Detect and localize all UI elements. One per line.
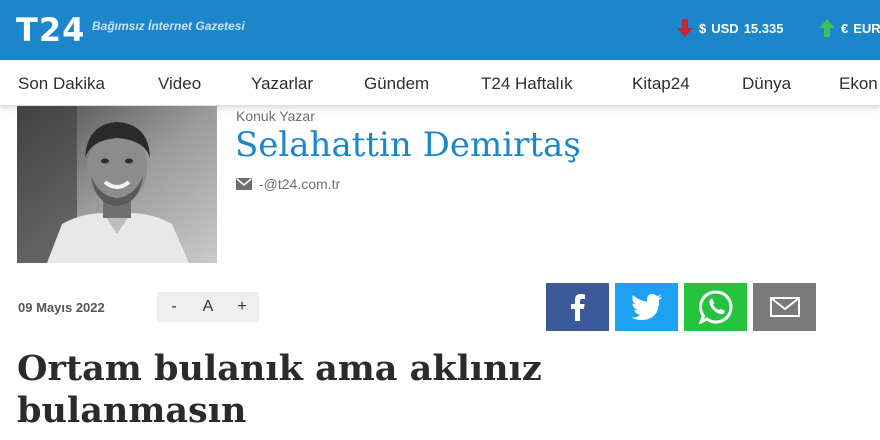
share-facebook-button[interactable] [546, 283, 609, 331]
main-nav: Son Dakika Video Yazarlar Gündem T24 Haf… [0, 60, 880, 106]
article-date: 09 Mayıs 2022 [18, 300, 105, 315]
arrow-up-icon [819, 19, 835, 37]
currency-usd-value: 15.335 [743, 20, 784, 36]
author-email-text[interactable]: -@t24.com.tr [259, 176, 340, 192]
envelope-icon [236, 178, 252, 190]
article-title: Ortam bulanık ama aklınız bulanmasın [17, 348, 542, 431]
currency-usd[interactable]: $ USD 15.335 [676, 18, 783, 38]
author-email[interactable]: -@t24.com.tr [236, 176, 340, 192]
author-portrait-image [17, 106, 217, 263]
whatsapp-icon [698, 290, 732, 324]
nav-item-yazarlar[interactable]: Yazarlar [251, 74, 313, 94]
share-whatsapp-button[interactable] [684, 283, 747, 331]
font-decrease-button[interactable]: - [159, 298, 189, 316]
share-email-button[interactable] [753, 283, 816, 331]
font-increase-button[interactable]: + [227, 298, 257, 316]
arrow-down-icon [677, 19, 693, 37]
facebook-icon [570, 294, 585, 321]
currency-eur-code: EUR [853, 20, 880, 36]
share-twitter-button[interactable] [615, 283, 678, 331]
currency-eur-symbol: € [841, 20, 849, 36]
currency-usd-code: USD [711, 20, 739, 36]
twitter-icon [630, 294, 662, 320]
author-role: Konuk Yazar [236, 108, 315, 124]
top-bar: T24 Bağımsız İnternet Gazetesi $ USD 15.… [0, 0, 880, 60]
author-name[interactable]: Selahattin Demirtaş [235, 125, 581, 165]
nav-item-dunya[interactable]: Dünya [742, 74, 791, 94]
font-reset-button[interactable]: A [193, 298, 223, 316]
nav-item-video[interactable]: Video [158, 74, 201, 94]
site-logo[interactable]: T24 [16, 10, 85, 50]
author-photo[interactable] [17, 106, 217, 263]
nav-item-ekonomi[interactable]: Ekon [839, 74, 878, 94]
nav-item-gundem[interactable]: Gündem [364, 74, 429, 94]
currency-usd-symbol: $ [699, 20, 707, 36]
logo-text[interactable]: T24 [16, 11, 85, 49]
nav-item-t24-haftalik[interactable]: T24 Haftalık [481, 74, 573, 94]
site-tagline: Bağımsız İnternet Gazetesi [92, 19, 245, 33]
mail-icon [769, 297, 800, 317]
currency-eur[interactable]: € EUR [818, 18, 880, 38]
nav-item-son-dakika[interactable]: Son Dakika [18, 74, 105, 94]
font-size-controls: - A + [157, 292, 259, 322]
nav-item-kitap24[interactable]: Kitap24 [632, 74, 690, 94]
